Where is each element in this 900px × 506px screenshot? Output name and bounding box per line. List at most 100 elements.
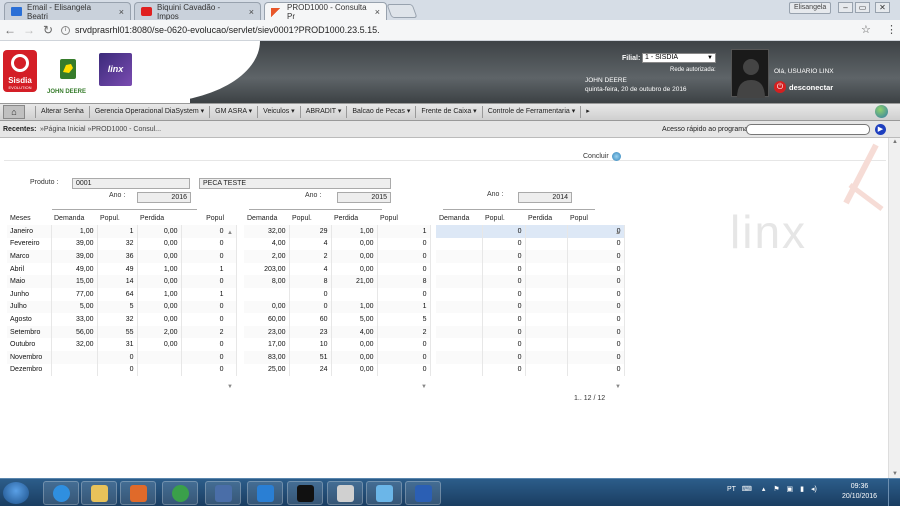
table-row[interactable]: 00: [436, 250, 625, 263]
network-icon[interactable]: ▣: [787, 486, 794, 493]
table-row[interactable]: 00: [436, 338, 625, 351]
menu-item[interactable]: Veiculos ▾: [257, 106, 300, 118]
power-icon[interactable]: ⏻: [774, 81, 786, 93]
produto-desc-field[interactable]: PECA TESTE: [199, 178, 391, 189]
maximize-button[interactable]: ▭: [855, 2, 870, 13]
tray-arrow-icon[interactable]: ▴: [762, 486, 766, 493]
table-row[interactable]: Outubro 32,00 31 0,00 0: [7, 338, 237, 351]
logout-link[interactable]: desconectar: [789, 83, 833, 92]
table-row[interactable]: 00: [436, 237, 625, 251]
table-row[interactable]: Abril 49,00 49 1,00 1: [7, 262, 237, 276]
table-row[interactable]: 203,00 4 0,00 0: [244, 262, 431, 276]
flag-icon[interactable]: ⚑: [773, 486, 779, 493]
taskbar-app-button[interactable]: [287, 481, 323, 505]
close-icon[interactable]: ×: [375, 7, 380, 17]
menu-item[interactable]: Gerencia Operacional DiaSystem ▾: [88, 106, 209, 118]
scroll-up-icon[interactable]: ▲: [227, 230, 233, 236]
tab-email[interactable]: Email - Elisangela Beatri ×: [4, 2, 131, 21]
table-row[interactable]: 8,00 8 21,00 8: [244, 275, 431, 288]
table-row[interactable]: 0,00 0 1,00 1: [244, 300, 431, 314]
taskbar-app-button[interactable]: [366, 481, 402, 505]
table-row[interactable]: 17,00 10 0,00 0: [244, 338, 431, 351]
close-icon[interactable]: ×: [249, 7, 254, 17]
scroll-down-icon[interactable]: ▼: [615, 384, 621, 390]
clock[interactable]: 09:36 20/10/2016: [842, 482, 877, 502]
table-row[interactable]: 00: [436, 363, 625, 377]
back-arrow-icon[interactable]: ←: [3, 23, 17, 37]
table-row[interactable]: 00: [244, 287, 431, 301]
table-row[interactable]: Janeiro 1,00 1 0,00 0: [7, 225, 237, 238]
table-row[interactable]: 32,00 29 1,00 1: [244, 225, 431, 238]
quick-access-input[interactable]: [746, 124, 870, 135]
table-row[interactable]: 00: [436, 275, 625, 288]
table-row[interactable]: 00: [436, 287, 625, 301]
menu-item[interactable]: Balcao de Pecas ▾: [346, 106, 415, 118]
table-row[interactable]: Fevereiro 39,00 32 0,00 0: [7, 237, 237, 251]
menu-item[interactable]: GM ASRA ▾: [209, 106, 257, 118]
tab-youtube[interactable]: Biquini Cavadão - Impos ×: [134, 2, 261, 21]
taskbar-app-button[interactable]: [327, 481, 363, 505]
taskbar-app-button[interactable]: [162, 481, 198, 505]
go-arrow-icon[interactable]: ▶: [875, 124, 886, 135]
ano-2016-field[interactable]: 2016: [137, 192, 191, 203]
table-row[interactable]: 00: [436, 300, 625, 314]
home-icon[interactable]: ⌂: [3, 105, 25, 119]
reload-icon[interactable]: ↻: [41, 23, 55, 37]
concluir-button[interactable]: Concluir: [583, 152, 621, 161]
keyboard-icon[interactable]: ⌨: [742, 486, 752, 493]
menu-item[interactable]: Alterar Senha: [35, 106, 89, 118]
url-field[interactable]: i srvdprasrhl01:8080/se-0620-evolucao/se…: [61, 23, 873, 38]
volume-icon[interactable]: ◂): [811, 486, 817, 493]
profile-button[interactable]: Elisangela: [789, 2, 832, 14]
table-row[interactable]: 00: [436, 225, 625, 238]
minimize-button[interactable]: –: [838, 2, 853, 13]
battery-icon[interactable]: ▮: [800, 486, 804, 493]
table-row[interactable]: 00: [436, 262, 625, 276]
table-row[interactable]: Dezembro 0 0: [7, 363, 237, 377]
taskbar-app-button[interactable]: [43, 481, 79, 505]
menu-item[interactable]: Frente de Caixa ▾: [415, 106, 481, 118]
scroll-down-icon[interactable]: ▼: [421, 384, 427, 390]
show-desktop-button[interactable]: [888, 479, 900, 506]
forward-arrow-icon[interactable]: →: [22, 23, 36, 37]
menu-item[interactable]: ▸: [580, 106, 595, 118]
scroll-up-icon[interactable]: ▲: [615, 230, 621, 236]
ano-2015-field[interactable]: 2015: [337, 192, 391, 203]
scroll-down-icon[interactable]: ▼: [227, 384, 233, 390]
table-row[interactable]: Setembro 56,00 55 2,00 2: [7, 325, 237, 339]
globe-icon[interactable]: [875, 105, 888, 118]
start-button[interactable]: [3, 482, 29, 504]
table-row[interactable]: Marco 39,00 36 0,00 0: [7, 250, 237, 263]
vertical-scrollbar[interactable]: ▲ ▼: [888, 138, 900, 478]
new-tab-button[interactable]: [386, 4, 418, 18]
taskbar-app-button[interactable]: [81, 481, 117, 505]
table-row[interactable]: 25,00 24 0,00 0: [244, 363, 431, 377]
table-row[interactable]: 2,00 2 0,00 0: [244, 250, 431, 263]
browser-menu-icon[interactable]: ⋮: [886, 23, 897, 36]
breadcrumb[interactable]: »Página Inicial »PROD1000 - Consul...: [40, 121, 161, 138]
tab-prod1000[interactable]: PROD1000 - Consulta Pr ×: [264, 2, 387, 21]
table-row[interactable]: 23,00 23 4,00 2: [244, 325, 431, 339]
menu-item[interactable]: ABRADIT ▾: [299, 106, 347, 118]
table-row[interactable]: 60,00 60 5,00 5: [244, 313, 431, 326]
table-row[interactable]: 00: [436, 313, 625, 326]
table-row[interactable]: 83,00 51 0,00 0: [244, 350, 431, 364]
table-row[interactable]: 00: [436, 325, 625, 339]
taskbar-app-button[interactable]: [120, 481, 156, 505]
table-row[interactable]: Julho 5,00 5 0,00 0: [7, 300, 237, 314]
close-window-button[interactable]: ✕: [875, 2, 890, 13]
language-indicator[interactable]: PT: [727, 486, 736, 493]
table-row[interactable]: Junho 77,00 64 1,00 1: [7, 287, 237, 301]
table-row[interactable]: Novembro 0 0: [7, 350, 237, 364]
ano-2014-field[interactable]: 2014: [518, 192, 572, 203]
table-row[interactable]: 4,00 4 0,00 0: [244, 237, 431, 251]
taskbar-app-button[interactable]: [247, 481, 283, 505]
table-row[interactable]: 00: [436, 350, 625, 364]
filial-select[interactable]: 1 - SISDIA ▼: [642, 53, 716, 63]
produto-code-field[interactable]: 0001: [72, 178, 190, 189]
taskbar-app-button[interactable]: [405, 481, 441, 505]
bookmark-star-icon[interactable]: ☆: [861, 23, 871, 36]
taskbar-app-button[interactable]: [205, 481, 241, 505]
table-row[interactable]: Agosto 33,00 32 0,00 0: [7, 313, 237, 326]
menu-item[interactable]: Controle de Ferramentaria ▾: [481, 106, 581, 118]
